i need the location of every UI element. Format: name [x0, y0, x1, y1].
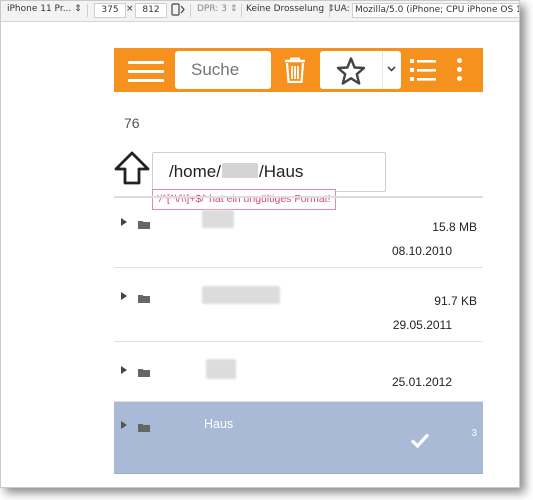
user-agent-label: UA: [334, 4, 350, 14]
path-prefix: /home/ [169, 162, 221, 181]
redacted-name [206, 359, 236, 379]
dimension-separator: × [126, 4, 134, 14]
search-input[interactable] [175, 51, 271, 89]
list-item-selected[interactable]: Haus 3 [114, 402, 483, 474]
expand-triangle-icon[interactable] [121, 366, 127, 374]
devtools-device-toolbar: iPhone 11 Pr... ⇕ 375 × 812 DPR: 3 ⇕ Kei… [1, 1, 519, 22]
path-input[interactable]: /home/ /Haus [152, 152, 386, 192]
folder-icon [138, 295, 150, 303]
hamburger-menu-icon[interactable] [128, 61, 164, 83]
mobile-viewport: 76 /home//Haus '/^[^\/\\]+$/' hat ein un… [114, 48, 483, 487]
folder-icon [138, 424, 150, 432]
dpr-select-label: DPR: 3 [197, 4, 227, 14]
viewport-height-input[interactable]: 812 [135, 3, 167, 18]
modified-date: 25.01.2012 [391, 375, 452, 389]
arrow-up-icon[interactable] [114, 151, 150, 185]
item-count: 76 [124, 115, 140, 131]
more-options-icon[interactable] [457, 58, 463, 82]
throttle-select-label: Keine Drosselung [246, 4, 325, 14]
list-item[interactable]: 15.8 MB 08.10.2010 [114, 198, 483, 268]
checkmark-icon [410, 433, 430, 448]
rotate-icon[interactable] [171, 3, 185, 19]
list-view-icon[interactable] [410, 58, 436, 82]
expand-triangle-icon[interactable] [121, 218, 127, 226]
toolbar-divider [87, 4, 88, 17]
expand-triangle-icon[interactable] [121, 292, 127, 300]
favorite-button[interactable] [320, 51, 382, 89]
path-suffix: /Haus [258, 162, 304, 181]
modified-date: 08.10.2010 [391, 244, 452, 258]
screenshot-frame: iPhone 11 Pr... ⇕ 375 × 812 DPR: 3 ⇕ Kei… [0, 0, 520, 488]
item-count-badge: 3 [471, 428, 477, 439]
expand-triangle-icon[interactable] [121, 421, 127, 429]
device-select[interactable]: iPhone 11 Pr... ⇕ [7, 4, 82, 14]
device-select-label: iPhone 11 Pr... [7, 4, 72, 14]
favorites-dropdown-button[interactable] [382, 51, 401, 89]
user-agent-input[interactable]: Mozilla/5.0 (iPhone; CPU iPhone OS 14_6 [352, 3, 519, 18]
redacted-name [202, 210, 234, 228]
star-icon [336, 57, 366, 85]
toolbar-divider [190, 4, 191, 17]
redacted-name [202, 286, 280, 304]
folder-icon [138, 369, 150, 377]
modified-date: 29.05.2011 [392, 318, 452, 332]
folder-icon [138, 221, 150, 229]
toolbar-divider [329, 4, 330, 17]
file-size: 15.8 MB [432, 220, 477, 234]
file-size: 91.7 KB [434, 294, 477, 308]
redacted-username [221, 163, 258, 178]
toolbar-divider [241, 4, 242, 17]
list-item[interactable]: 91.7 KB 29.05.2011 [114, 268, 483, 342]
throttle-select[interactable]: Keine Drosselung ⇕ [246, 4, 334, 14]
list-item[interactable]: 25.01.2012 [114, 342, 483, 402]
viewport-width-input[interactable]: 375 [94, 3, 126, 18]
dpr-select[interactable]: DPR: 3 ⇕ [197, 4, 237, 14]
app-toolbar [114, 48, 483, 92]
trash-icon[interactable] [284, 57, 306, 83]
folder-name: Haus [204, 417, 234, 431]
chevron-down-icon [387, 66, 396, 72]
